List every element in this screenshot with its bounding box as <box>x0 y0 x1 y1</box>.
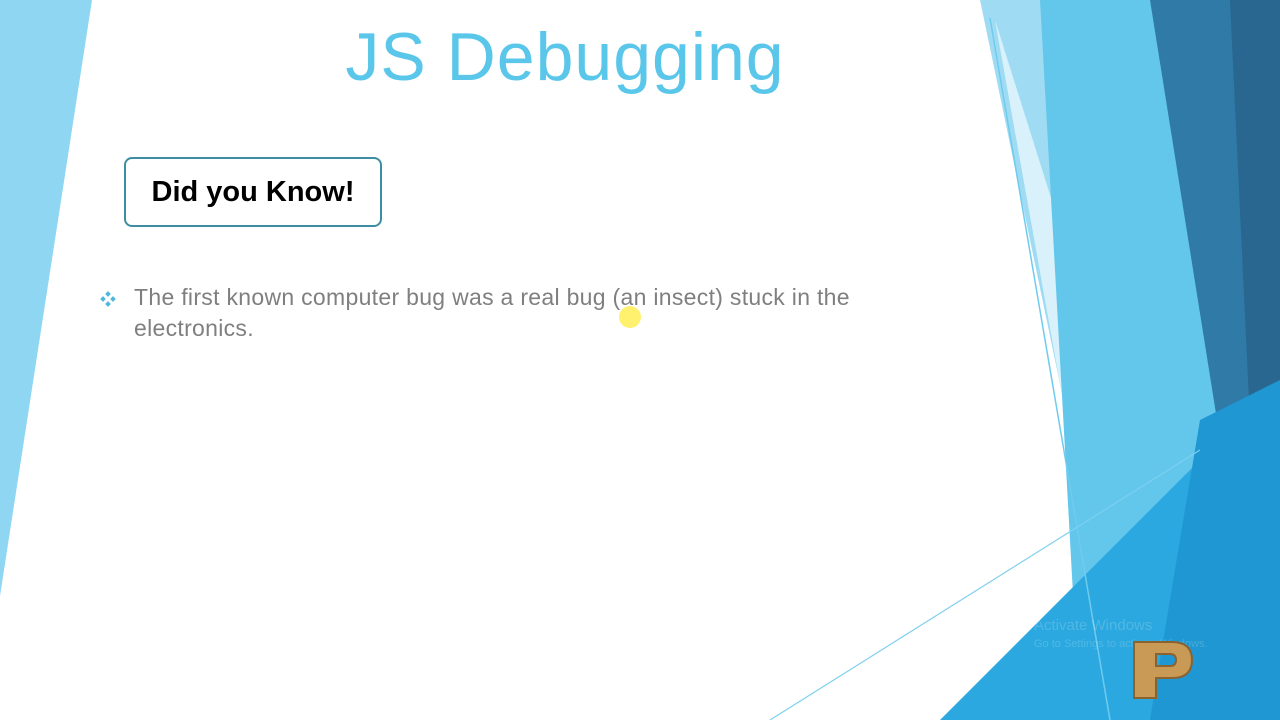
watermark-line-1: Activate Windows <box>1034 617 1153 634</box>
slide-title: JS Debugging <box>345 19 785 95</box>
p-logo-icon <box>1133 641 1194 699</box>
callout-label: Did you Know! <box>151 175 355 208</box>
diamond-bullet-icon <box>100 291 116 307</box>
did-you-know-callout: Did you Know! <box>124 157 382 227</box>
cursor-highlight <box>619 306 641 328</box>
slide-background <box>0 0 1280 720</box>
bullet-text: The first known computer bug was a real … <box>134 284 850 341</box>
